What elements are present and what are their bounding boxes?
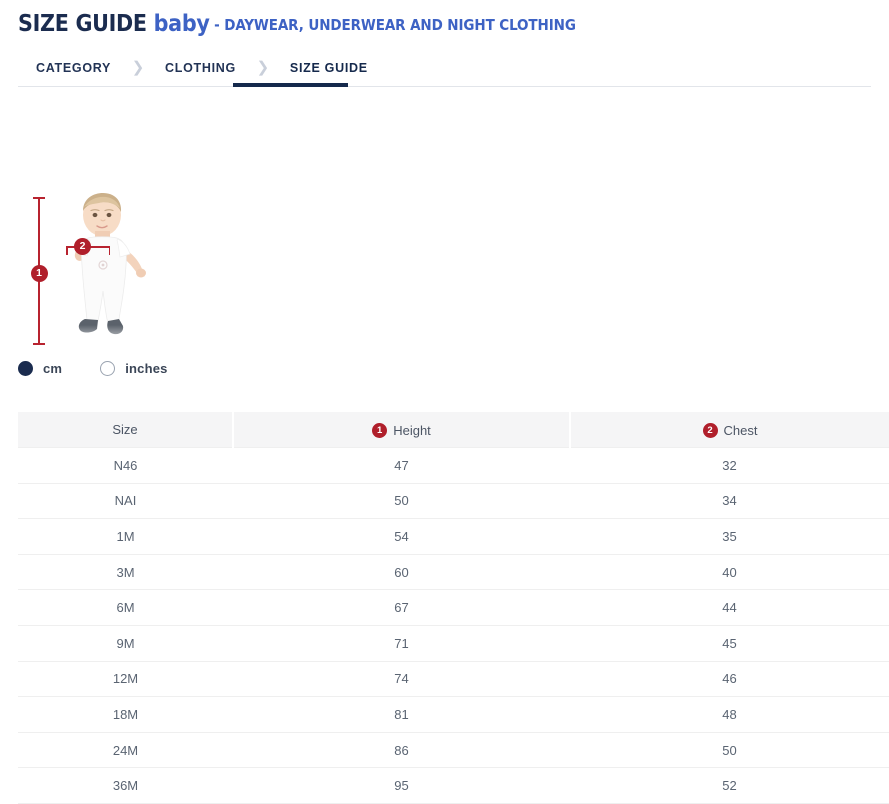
unit-option-cm[interactable]: cm xyxy=(18,361,62,376)
table-row: 24M8650 xyxy=(18,732,889,768)
height-measure-cap-bottom xyxy=(33,343,45,345)
height-measure-cap-top xyxy=(33,197,45,199)
table-cell-height: 67 xyxy=(233,590,570,626)
size-table-body: N464732NAI50341M54353M60406M67449M714512… xyxy=(18,448,889,804)
breadcrumb-item-clothing[interactable]: CLOTHING xyxy=(147,50,254,86)
table-header-row: Size 1 Height 2 Chest xyxy=(18,412,889,448)
column-badge-chest: 2 xyxy=(703,423,718,438)
breadcrumb-item-size-guide[interactable]: SIZE GUIDE xyxy=(272,50,386,86)
table-cell-height: 74 xyxy=(233,661,570,697)
table-cell-chest: 35 xyxy=(570,519,889,555)
page-title: SIZE GUIDE baby - DAYWEAR, UNDERWEAR AND… xyxy=(18,11,576,37)
table-row: 6M6744 xyxy=(18,590,889,626)
table-cell-height: 86 xyxy=(233,732,570,768)
table-cell-size: 1M xyxy=(18,519,233,555)
table-cell-size: N46 xyxy=(18,448,233,484)
measure-badge-chest: 2 xyxy=(74,238,91,255)
breadcrumb-divider xyxy=(18,86,871,87)
table-cell-height: 47 xyxy=(233,448,570,484)
measurement-figure: 1 2 xyxy=(18,185,198,355)
table-cell-size: 12M xyxy=(18,661,233,697)
measure-badge-height: 1 xyxy=(31,265,48,282)
table-cell-chest: 44 xyxy=(570,590,889,626)
chevron-right-icon: ❯ xyxy=(254,50,272,86)
page-title-separator: - xyxy=(210,16,225,34)
table-cell-height: 81 xyxy=(233,697,570,733)
table-row: 9M7145 xyxy=(18,625,889,661)
table-row: NAI5034 xyxy=(18,483,889,519)
table-row: 1M5435 xyxy=(18,519,889,555)
column-header-size-label: Size xyxy=(112,422,137,437)
page-title-category: baby xyxy=(154,11,210,37)
baby-illustration xyxy=(56,193,156,345)
table-cell-chest: 34 xyxy=(570,483,889,519)
breadcrumb-item-category[interactable]: CATEGORY xyxy=(18,50,129,86)
chest-measure-cap-left xyxy=(66,246,68,255)
column-header-height-label: Height xyxy=(393,423,431,438)
size-table-header: Size 1 Height 2 Chest xyxy=(18,412,889,448)
table-cell-chest: 46 xyxy=(570,661,889,697)
size-guide-page: SIZE GUIDE baby - DAYWEAR, UNDERWEAR AND… xyxy=(0,0,889,791)
table-cell-size: 3M xyxy=(18,554,233,590)
table-cell-height: 54 xyxy=(233,519,570,555)
table-row: 18M8148 xyxy=(18,697,889,733)
page-title-description: DAYWEAR, UNDERWEAR AND NIGHT CLOTHING xyxy=(224,16,576,34)
table-cell-size: 24M xyxy=(18,732,233,768)
active-tab-indicator xyxy=(233,83,348,87)
column-badge-height: 1 xyxy=(372,423,387,438)
table-row: 12M7446 xyxy=(18,661,889,697)
radio-cm-icon[interactable] xyxy=(18,361,33,376)
table-row: 36M9552 xyxy=(18,768,889,804)
unit-option-inches[interactable]: inches xyxy=(100,361,167,376)
table-cell-size: NAI xyxy=(18,483,233,519)
table-cell-height: 60 xyxy=(233,554,570,590)
table-cell-chest: 40 xyxy=(570,554,889,590)
table-row: 3M6040 xyxy=(18,554,889,590)
table-cell-size: 9M xyxy=(18,625,233,661)
column-header-chest: 2 Chest xyxy=(570,412,889,448)
column-header-size: Size xyxy=(18,412,233,448)
table-cell-chest: 45 xyxy=(570,625,889,661)
column-header-chest-label: Chest xyxy=(724,423,758,438)
table-cell-height: 71 xyxy=(233,625,570,661)
unit-selector: cm inches xyxy=(18,358,168,378)
table-cell-chest: 52 xyxy=(570,768,889,804)
column-header-height: 1 Height xyxy=(233,412,570,448)
breadcrumb: CATEGORY ❯ CLOTHING ❯ SIZE GUIDE xyxy=(18,50,386,86)
table-cell-height: 50 xyxy=(233,483,570,519)
table-cell-size: 18M xyxy=(18,697,233,733)
chest-measure-cap-right xyxy=(109,246,111,255)
table-cell-chest: 32 xyxy=(570,448,889,484)
page-title-main: SIZE GUIDE xyxy=(18,11,147,37)
table-cell-chest: 48 xyxy=(570,697,889,733)
table-cell-size: 6M xyxy=(18,590,233,626)
table-row: N464732 xyxy=(18,448,889,484)
table-cell-height: 95 xyxy=(233,768,570,804)
radio-inches-icon[interactable] xyxy=(100,361,115,376)
table-cell-size: 36M xyxy=(18,768,233,804)
unit-option-inches-label: inches xyxy=(125,361,167,376)
table-cell-chest: 50 xyxy=(570,732,889,768)
chevron-right-icon: ❯ xyxy=(129,50,147,86)
unit-option-cm-label: cm xyxy=(43,361,62,376)
size-table: Size 1 Height 2 Chest N464732NAI5034 xyxy=(18,412,889,804)
